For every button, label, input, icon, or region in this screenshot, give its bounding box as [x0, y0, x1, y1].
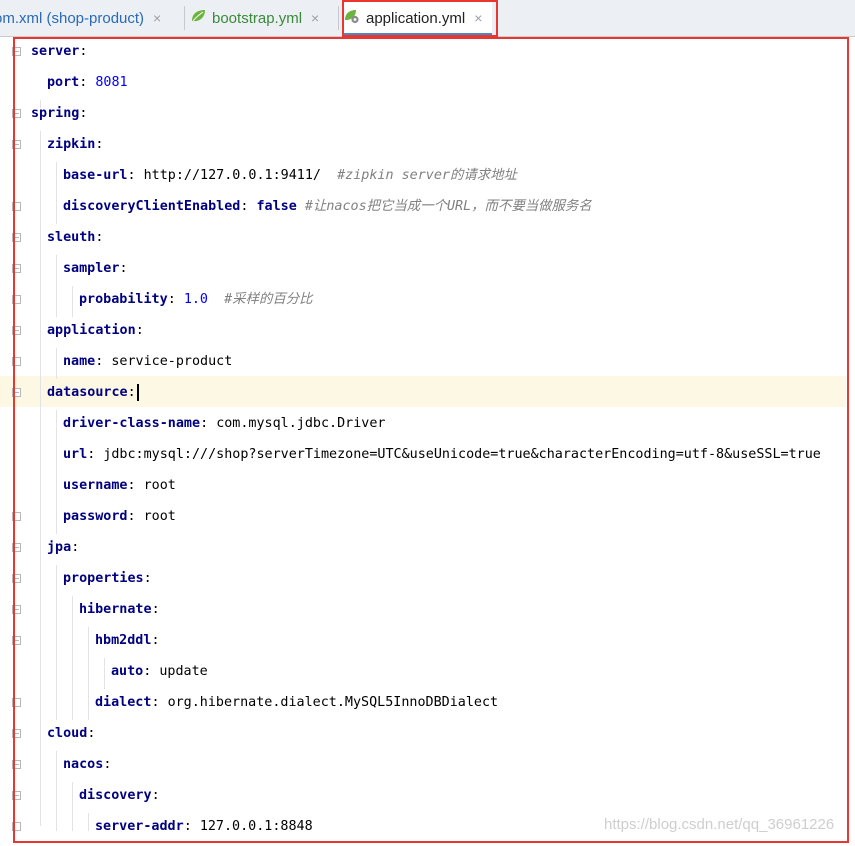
spring-leaf-icon	[190, 9, 206, 27]
close-icon[interactable]: ×	[311, 10, 319, 26]
tab-bootstrap-yml[interactable]: bootstrap.yml ×	[190, 0, 335, 36]
tab-pom-xml[interactable]: om.xml (shop-product) ×	[0, 0, 180, 36]
close-icon[interactable]: ×	[153, 10, 161, 26]
tab-separator	[184, 6, 185, 30]
tab-separator	[338, 6, 339, 30]
tab-label: bootstrap.yml	[212, 9, 303, 27]
editor-highlight-box	[13, 37, 849, 843]
active-tab-highlight-box	[342, 0, 498, 37]
tab-label: om.xml (shop-product)	[0, 9, 145, 27]
